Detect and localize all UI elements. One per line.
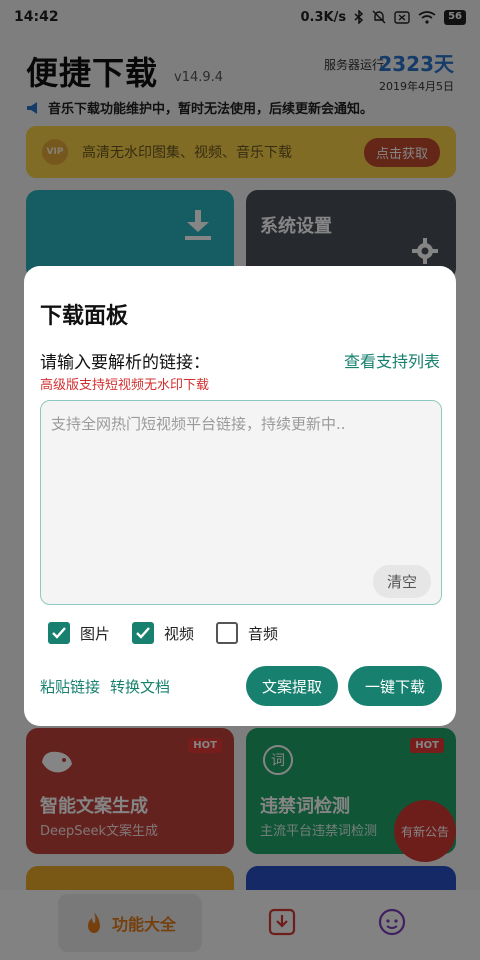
download-panel-dialog: 下载面板 请输入要解析的链接： 查看支持列表 高级版支持短视频无水印下载 清空 … — [24, 266, 456, 726]
option-video[interactable]: 视频 — [132, 622, 194, 644]
clear-button[interactable]: 清空 — [372, 565, 431, 598]
premium-warning: 高级版支持短视频无水印下载 — [40, 378, 210, 393]
option-audio-label: 音频 — [248, 624, 279, 643]
link-input-container: 清空 — [40, 400, 442, 605]
option-video-label: 视频 — [164, 624, 195, 643]
dialog-title: 下载面板 — [40, 304, 129, 329]
link-input[interactable] — [41, 401, 441, 551]
option-images-label: 图片 — [80, 624, 111, 643]
extract-copy-button[interactable]: 文案提取 — [246, 666, 338, 706]
support-list-link[interactable]: 查看支持列表 — [344, 348, 440, 372]
checkmark-icon — [52, 627, 66, 639]
option-audio[interactable]: 音频 — [216, 622, 278, 644]
paste-link-button[interactable]: 粘贴链接 — [40, 676, 100, 697]
checkbox-audio[interactable] — [216, 622, 239, 644]
checkbox-video[interactable] — [132, 622, 155, 644]
media-type-options: 图片 视频 音频 — [48, 622, 278, 644]
option-images[interactable]: 图片 — [48, 622, 110, 644]
checkmark-icon — [136, 627, 150, 639]
convert-doc-button[interactable]: 转换文档 — [110, 676, 170, 697]
dialog-bottom-links: 粘贴链接 转换文档 — [40, 676, 170, 697]
one-click-download-button[interactable]: 一键下载 — [348, 666, 442, 706]
link-input-label: 请输入要解析的链接： — [40, 353, 210, 373]
checkbox-images[interactable] — [48, 622, 70, 644]
